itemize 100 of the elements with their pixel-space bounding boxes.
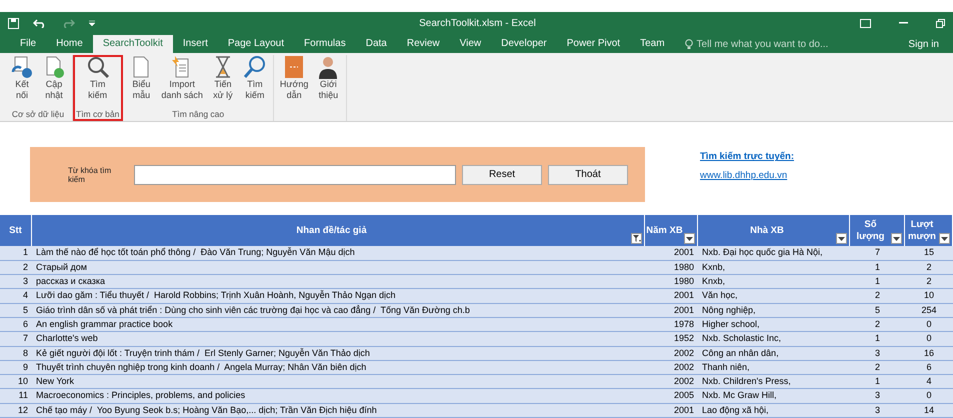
group-label: Tìm nâng cao [172,108,224,121]
group-label: Cơ sở dữ liệu [12,108,64,121]
sign-in-link[interactable]: Sign in [894,36,953,53]
table-cell: 7 [850,246,905,261]
table-cell: 3 [850,346,905,361]
table-cell: 2002 [645,360,698,376]
table-cell: 16 [905,346,953,361]
table-cell: Thanh niên, [698,360,850,376]
ribbon-tab[interactable]: Power Pivot [556,34,630,53]
table-cell: Văn học, [698,289,850,304]
form-button[interactable]: Reset [462,164,542,185]
ribbon-tab[interactable]: Data [356,34,397,53]
table-cell: An english grammar practice book [32,318,645,332]
table-cell: 2 [850,289,905,304]
table-cell: 2001 [645,246,698,261]
ribbon-button[interactable]: Tìm kiếm [80,54,116,109]
table-cell: 2 [905,275,953,290]
table-cell: Macroeconomics : Principles, problems, and policies [32,389,645,404]
tell-me-field[interactable]: Tell me what you want to do... [696,38,828,50]
table-cell: 6 [0,318,32,332]
filter-dropdown-icon[interactable] [684,233,695,244]
table-cell: 1 [0,246,32,261]
ribbon-button[interactable]: Giới thiệu [313,54,344,121]
table-cell: 2002 [645,375,698,390]
table-cell: Старый дом [32,260,645,276]
table-cell: 10 [905,289,953,304]
table-cell: 0 [905,332,953,347]
table-cell: 12 [0,404,32,418]
ribbon-tab[interactable]: Insert [172,34,218,53]
ribbon-display-icon[interactable] [860,18,871,28]
ribbon-button[interactable]: Import danh sách [158,54,206,109]
table-cell: 1 [850,260,905,276]
keyword-field[interactable] [134,164,456,185]
ribbon-tab[interactable]: File [10,34,46,53]
column-header: Nhan đề/tác giả [32,215,645,246]
table-cell: 14 [905,404,953,418]
ribbon-tab[interactable]: Review [396,34,450,53]
ribbon-button[interactable]: Hướng dẫn [276,54,312,121]
table-cell: Làm thế nào để học tốt toán phổ thông / Đào Văn Trung; Nguyễn Văn Mậu dịch [32,246,645,261]
table-cell: 2005 [645,389,698,404]
table-cell: 1 [850,275,905,290]
form-button[interactable]: Thoát [548,164,628,185]
table-cell: Lao động xã hội, [698,404,850,418]
library-link[interactable]: www.lib.dhhp.edu.vn [700,170,794,182]
table-cell: 7 [0,332,32,347]
table-cell: 11 [0,389,32,404]
ribbon-tab[interactable]: Team [630,34,675,53]
column-header: Stt [0,215,32,246]
keyword-label: Từ khóa tìm kiếm [68,166,112,184]
ribbon-tab[interactable]: View [450,34,492,53]
table-cell: 254 [905,304,953,318]
table-cell: 6 [905,360,953,376]
table-cell: 2 [0,260,32,276]
database-connect-icon [10,54,34,79]
table-cell: 2002 [645,346,698,361]
window-title: SearchToolkit.xlsm - Excel [418,18,537,29]
table-cell: 4 [905,375,953,390]
ribbon-tab[interactable]: Formulas [294,34,356,53]
ribbon-tab[interactable]: SearchToolkit [92,34,173,53]
table-cell: 1980 [645,275,698,290]
table-cell: Knxb, [698,275,850,290]
ribbon-button[interactable]: Tìm kiếm [240,54,270,109]
table-cell: 1980 [645,260,698,276]
table-cell: Nxb. Scholastic Inc, [698,332,850,347]
filter-dropdown-icon[interactable] [939,233,950,244]
customize-caret-icon[interactable] [89,20,95,26]
ribbon-tab[interactable]: Developer [491,34,557,53]
ribbon-button[interactable]: Tiến xử lý [208,54,238,109]
table-cell: 3 [850,389,905,404]
lightbulb-icon [684,38,693,50]
ribbon-button[interactable]: Biểu mẫu [126,54,156,109]
table-cell: Lưỡi dao găm : Tiểu thuyết / Harold Robbins; Trịnh Xuân Hoành, Nguyễn Thảo Ngạn dịch [32,289,645,304]
group-label: Tìm cơ bản [76,108,120,121]
filter-dropdown-icon[interactable] [836,233,847,244]
table-cell: 1 [850,375,905,390]
undo-icon[interactable] [33,18,47,28]
column-header: Số lượng [850,215,905,246]
table-cell: 5 [0,304,32,318]
minimize-icon[interactable] [899,22,908,24]
table-cell: 0 [905,318,953,332]
table-cell: 2 [850,318,905,332]
column-header: Nhà XB [698,215,850,246]
table-cell: Charlotte's web [32,332,645,347]
filter-dropdown-icon[interactable] [891,233,902,244]
table-cell: рассказ и сказка [32,275,645,290]
filter-applied-icon[interactable] [631,233,642,244]
ribbon-tab[interactable]: Page Layout [218,34,294,53]
table-cell: Thuyết trình chuyên nghiệp trong kinh doanh / Angela Murray; Nhân Văn biên dịch [32,360,645,376]
table-cell: Nxb. Children's Press, [698,375,850,390]
table-cell: Nxb. Mc Graw Hill, [698,389,850,404]
table-cell: Chế tạo máy / Yoo Byung Seok b.s; Hoàng Văn Bạo,... dịch; Trần Văn Địch hiệu đính [32,404,645,418]
restore-icon[interactable] [936,18,945,28]
table-cell: 1978 [645,318,698,332]
table-cell: New York [32,375,645,390]
ribbon-button[interactable]: Cập nhật [39,54,69,109]
ribbon-button[interactable]: Kết nối [7,54,37,109]
ribbon-tab[interactable]: Home [46,34,93,53]
save-icon[interactable] [8,18,19,29]
search-icon [86,54,110,79]
table-cell: 1952 [645,332,698,347]
